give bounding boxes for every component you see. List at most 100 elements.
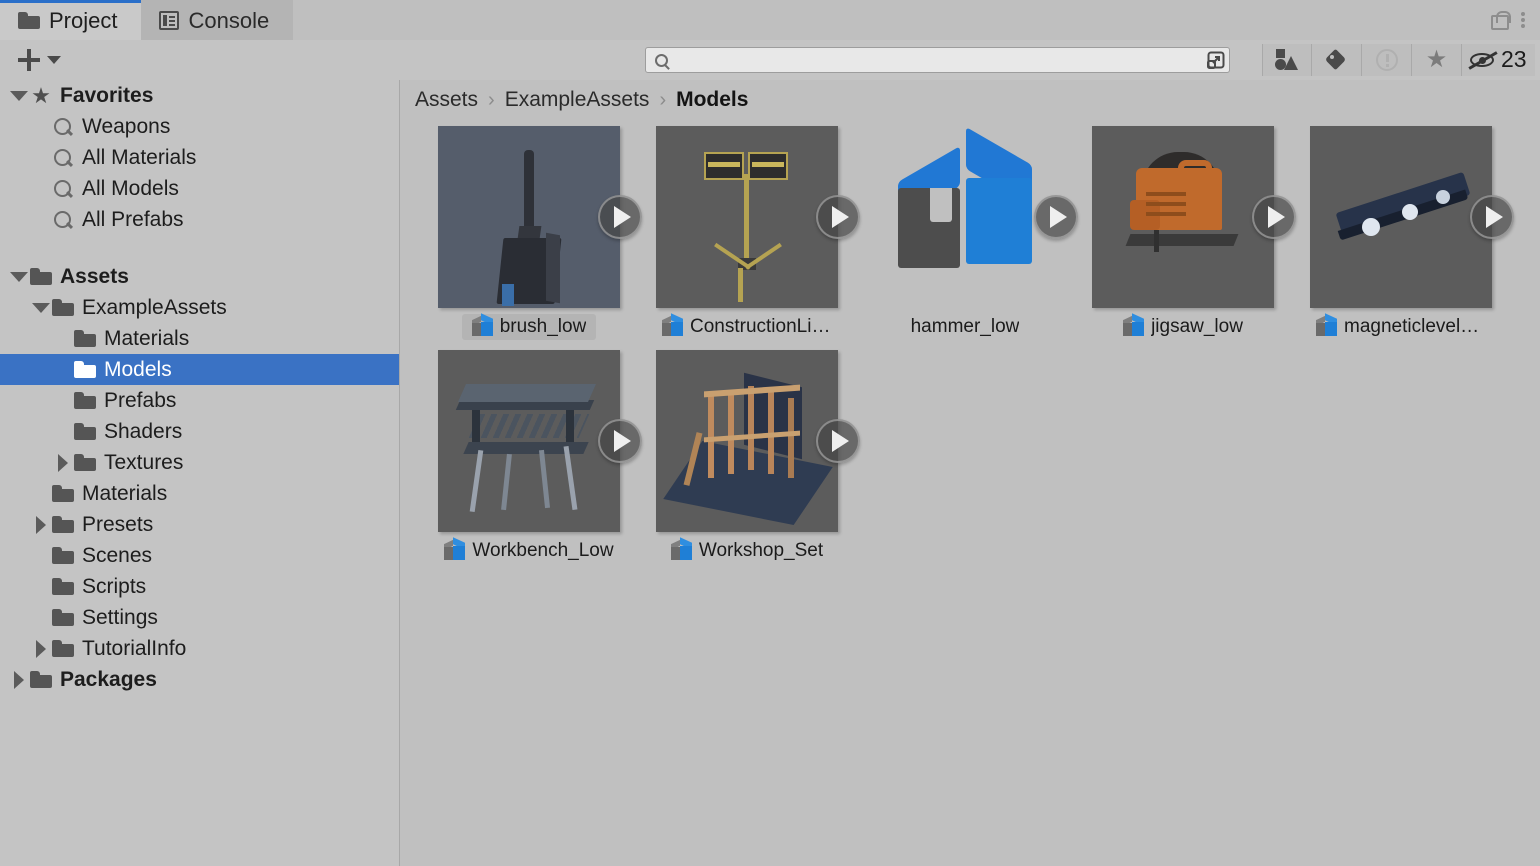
sidebar-item-exampleassets[interactable]: ExampleAssets [0,292,399,323]
folder-icon [52,640,74,657]
folder-open-icon [30,268,52,285]
breadcrumb-item-models[interactable]: Models [676,88,748,112]
sidebar-item-label: Materials [82,483,167,504]
chevron-right-icon[interactable] [30,640,52,658]
breadcrumb: Assets › ExampleAssets › Models [400,80,1540,120]
sidebar-item-all-materials[interactable]: All Materials [0,142,399,173]
folder-icon [52,578,74,595]
lock-icon[interactable] [1491,11,1507,30]
sidebar-item-all-prefabs[interactable]: All Prefabs [0,204,399,235]
sidebar-item-all-models[interactable]: All Models [0,173,399,204]
chevron-down-icon[interactable] [8,272,30,282]
sidebar-item-assets[interactable]: Assets [0,261,399,292]
asset-name: Workshop_Set [699,540,823,562]
play-preview-icon[interactable] [1252,195,1296,239]
asset-item[interactable]: Workbench_Low [434,350,624,564]
search-field[interactable] [645,47,1230,73]
search-icon [655,54,668,67]
asset-grid: brush_low ConstructionLigh… hammer_low jigs… [400,120,1540,564]
model-cube-icon [472,316,494,338]
tab-console[interactable]: Console [141,0,293,40]
asset-thumbnail[interactable] [874,126,1056,308]
sidebar-item-tutorialinfo[interactable]: TutorialInfo [0,633,399,664]
folder-icon [74,361,96,378]
sidebar-item-label: Models [104,359,172,380]
asset-label[interactable]: magneticlevel_Low [1306,314,1496,340]
favorite-filter-button[interactable]: ★ [1412,44,1462,76]
asset-thumbnail[interactable] [1310,126,1492,308]
sidebar-item-materials[interactable]: Materials [0,323,399,354]
asset-label[interactable]: Workshop_Set [661,538,833,564]
chevron-right-icon[interactable] [8,671,30,689]
hidden-assets-counter[interactable]: 23 [1462,44,1535,76]
folder-icon [74,454,96,471]
sidebar-item-label: Settings [82,607,158,628]
tree-spacer [0,235,399,261]
asset-thumbnail[interactable] [656,350,838,532]
tab-project[interactable]: Project [0,0,141,40]
project-toolbar: ★ 23 [0,40,1540,80]
folder-icon [52,516,74,533]
asset-item[interactable]: Workshop_Set [652,350,842,564]
play-preview-icon[interactable] [1034,195,1078,239]
search-icon [52,116,74,138]
sidebar-item-shaders[interactable]: Shaders [0,416,399,447]
asset-item[interactable]: ConstructionLigh… [652,126,842,340]
asset-thumbnail[interactable] [1092,126,1274,308]
play-preview-icon[interactable] [816,195,860,239]
sidebar-item-label: Scripts [82,576,146,597]
asset-item[interactable]: hammer_low [870,126,1060,340]
asset-label[interactable]: brush_low [462,314,597,340]
shapes-filter-icon [1275,49,1299,71]
search-icon [52,209,74,231]
sidebar-item-textures[interactable]: Textures [0,447,399,478]
asset-item[interactable]: brush_low [434,126,624,340]
play-preview-icon[interactable] [816,419,860,463]
play-preview-icon[interactable] [598,195,642,239]
asset-thumbnail[interactable] [438,350,620,532]
sidebar-item-prefabs[interactable]: Prefabs [0,385,399,416]
sidebar-item-models[interactable]: Models [0,354,399,385]
sidebar-item-label: Presets [82,514,153,535]
asset-label[interactable]: hammer_low [901,314,1030,340]
open-in-new-window-icon[interactable] [1204,48,1228,72]
play-preview-icon[interactable] [1470,195,1514,239]
tab-console-label: Console [188,10,269,32]
sidebar-item-label: Assets [60,266,129,287]
type-filter-button[interactable] [1262,44,1312,76]
breadcrumb-item-exampleassets[interactable]: ExampleAssets [505,88,650,112]
sidebar-item-settings[interactable]: Settings [0,602,399,633]
project-tree-sidebar[interactable]: ★FavoritesWeaponsAll MaterialsAll Models… [0,80,400,866]
sidebar-item-scenes[interactable]: Scenes [0,540,399,571]
sidebar-item-materials[interactable]: Materials [0,478,399,509]
star-icon: ★ [1426,48,1448,72]
asset-item[interactable]: jigsaw_low [1088,126,1278,340]
kebab-menu-icon[interactable] [1521,11,1526,30]
create-asset-button[interactable] [12,47,67,73]
asset-thumbnail[interactable] [656,126,838,308]
breadcrumb-item-assets[interactable]: Assets [415,88,478,112]
folder-icon [52,547,74,564]
project-body: ★FavoritesWeaponsAll MaterialsAll Models… [0,80,1540,866]
sidebar-item-weapons[interactable]: Weapons [0,111,399,142]
asset-name: jigsaw_low [1151,316,1243,338]
asset-label[interactable]: ConstructionLigh… [652,314,842,340]
chevron-right-icon[interactable] [52,454,74,472]
warning-filter-button[interactable] [1362,44,1412,76]
asset-label[interactable]: jigsaw_low [1113,314,1253,340]
search-input[interactable] [668,48,1204,72]
warning-circle-icon [1376,49,1398,71]
asset-thumbnail[interactable] [438,126,620,308]
play-preview-icon[interactable] [598,419,642,463]
asset-name: brush_low [500,316,587,338]
chevron-down-icon[interactable] [8,91,30,101]
sidebar-item-favorites[interactable]: ★Favorites [0,80,399,111]
sidebar-item-packages[interactable]: Packages [0,664,399,695]
chevron-right-icon[interactable] [30,516,52,534]
sidebar-item-presets[interactable]: Presets [0,509,399,540]
sidebar-item-scripts[interactable]: Scripts [0,571,399,602]
asset-item[interactable]: magneticlevel_Low [1306,126,1496,340]
label-filter-button[interactable] [1312,44,1362,76]
chevron-down-icon[interactable] [30,303,52,313]
asset-label[interactable]: Workbench_Low [434,538,623,564]
